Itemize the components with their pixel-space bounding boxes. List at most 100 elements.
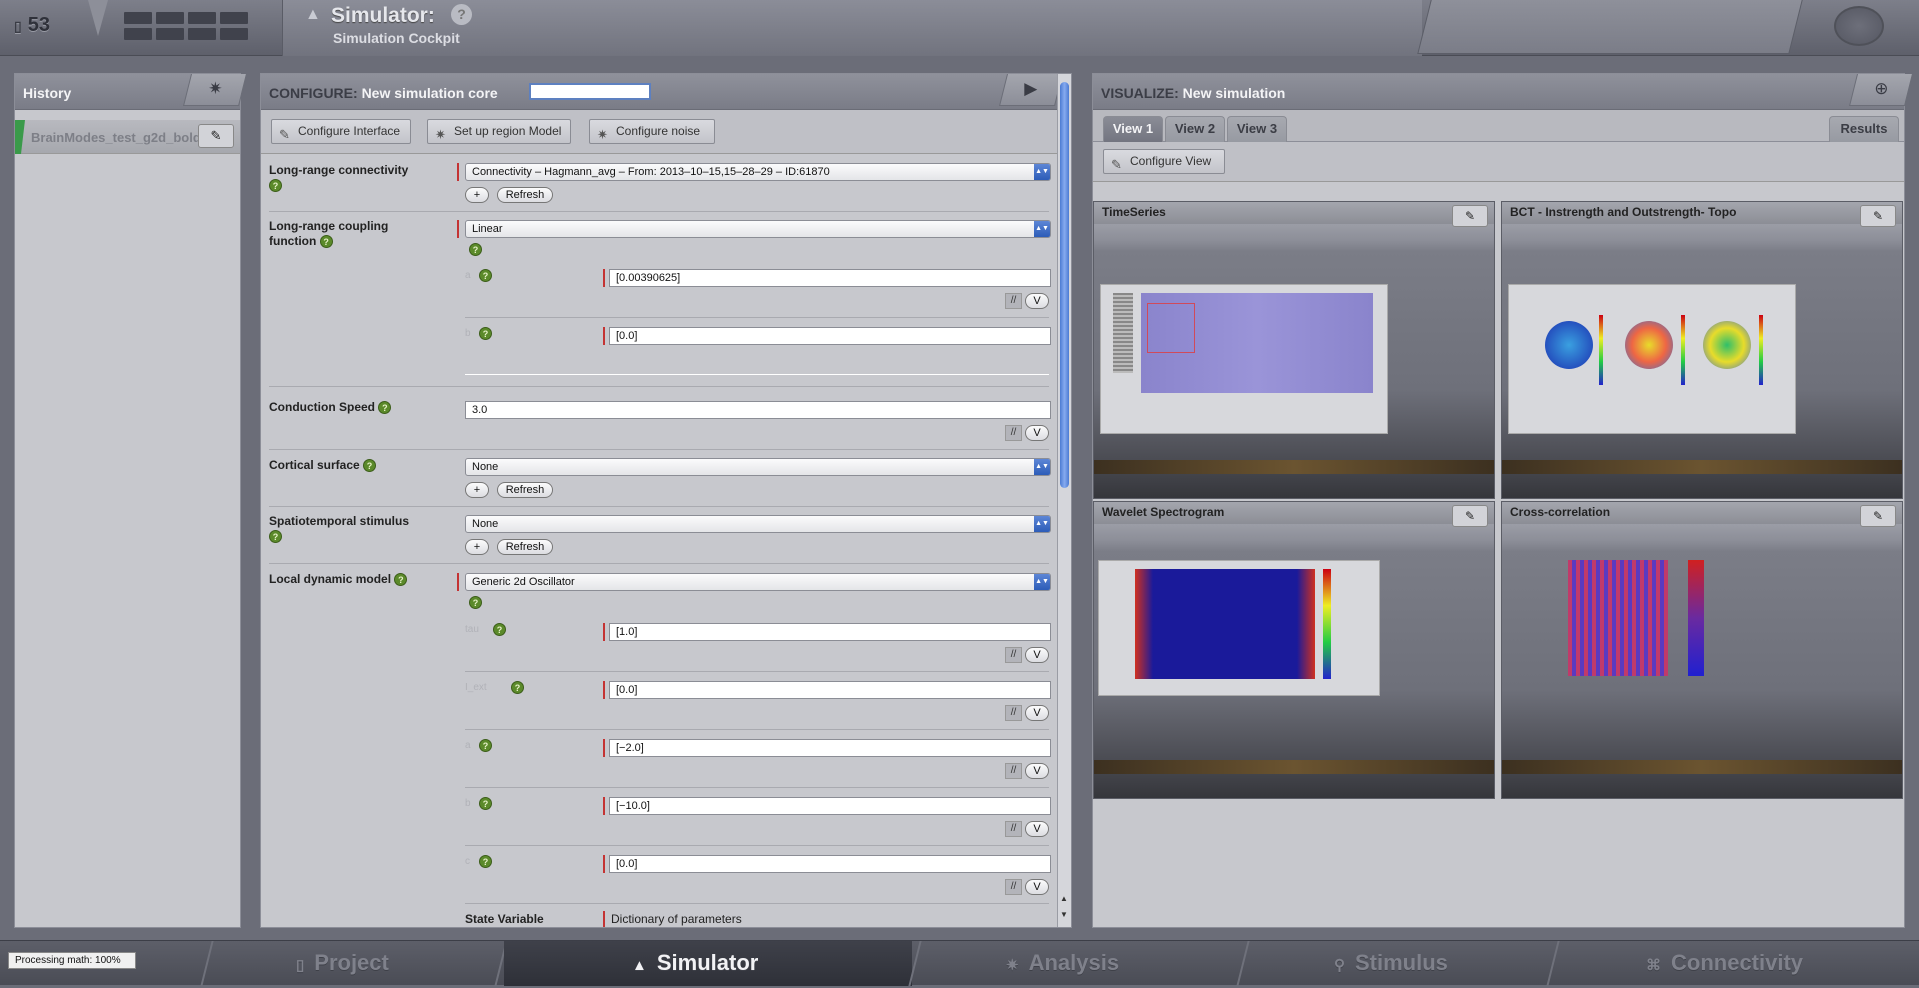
- menu-tab[interactable]: [156, 12, 184, 24]
- scrollbar-thumb[interactable]: [1060, 82, 1069, 488]
- expand-button[interactable]: V: [1025, 425, 1049, 441]
- range-button[interactable]: //: [1005, 293, 1022, 309]
- range-button[interactable]: //: [1005, 425, 1022, 441]
- add-surface-button[interactable]: +: [465, 482, 489, 498]
- edit-button[interactable]: ✎: [1452, 205, 1488, 227]
- divider: [200, 941, 214, 986]
- nav-simulator[interactable]: ▲ Simulator: [504, 941, 912, 986]
- help-icon[interactable]: ?: [479, 269, 492, 282]
- configure-noise-button[interactable]: ✷ Configure noise: [589, 119, 715, 144]
- help-icon[interactable]: ?: [451, 4, 472, 25]
- launch-button[interactable]: ▶: [999, 74, 1063, 106]
- conduction-speed-input[interactable]: 3.0: [465, 401, 1051, 419]
- nav-analysis[interactable]: ✷ Analysis: [1006, 941, 1119, 986]
- divider: [269, 506, 1049, 507]
- menu-tab[interactable]: [124, 28, 152, 40]
- model-param-b-input[interactable]: [−10.0]: [609, 797, 1051, 815]
- viewer-title: Cross-correlation: [1502, 502, 1902, 524]
- tab-view-2[interactable]: View 2: [1165, 116, 1225, 142]
- menu-tab[interactable]: [188, 28, 216, 40]
- coupling-select[interactable]: Linear ▲▼: [465, 220, 1051, 238]
- add-stimulus-button[interactable]: +: [465, 539, 489, 555]
- help-icon[interactable]: ?: [479, 855, 492, 868]
- colorbar: [1688, 560, 1704, 676]
- scroll-down-icon[interactable]: ▼: [1060, 910, 1068, 919]
- simulation-name-input[interactable]: [529, 83, 651, 100]
- nav-project[interactable]: ▯ Project: [296, 941, 389, 986]
- help-icon[interactable]: ?: [378, 401, 392, 415]
- project-count[interactable]: ▯ 53: [14, 14, 50, 37]
- setup-region-model-button[interactable]: ✷ Set up region Model: [427, 119, 571, 144]
- help-icon[interactable]: ?: [469, 596, 482, 609]
- model-param-iext-input[interactable]: [0.0]: [609, 681, 1051, 699]
- help-icon[interactable]: ?: [269, 179, 282, 193]
- model-select[interactable]: Generic 2d Oscillator ▲▼: [465, 573, 1051, 591]
- refresh-surface-button[interactable]: Refresh: [497, 482, 553, 498]
- stimulus-select[interactable]: None ▲▼: [465, 515, 1051, 533]
- menu-tab[interactable]: [188, 12, 216, 24]
- colorbar: [1323, 569, 1331, 679]
- viewer-cross-correlation[interactable]: Cross-correlation ✎: [1501, 501, 1903, 799]
- range-button[interactable]: //: [1005, 763, 1022, 779]
- menu-tab[interactable]: [220, 12, 248, 24]
- range-button[interactable]: //: [1005, 705, 1022, 721]
- configure-toolbar: ✎ Configure Interface ✷ Set up region Mode…: [261, 110, 1057, 154]
- nav-stimulus[interactable]: ⚲ Stimulus: [1334, 941, 1448, 986]
- configure-view-button[interactable]: ✎ Configure View: [1103, 149, 1225, 174]
- help-icon[interactable]: ?: [511, 681, 524, 694]
- document-icon: ▯: [296, 957, 305, 974]
- expand-button[interactable]: V: [1025, 763, 1049, 779]
- help-icon[interactable]: ?: [493, 623, 506, 636]
- model-param-a-input[interactable]: [−2.0]: [609, 739, 1051, 757]
- edit-button[interactable]: ✎: [1860, 505, 1896, 527]
- nav-connectivity[interactable]: ⌘ Connectivity: [1646, 941, 1803, 986]
- coupling-param-a-input[interactable]: [0.00390625]: [609, 269, 1051, 287]
- tab-view-1[interactable]: View 1: [1103, 116, 1163, 142]
- tab-results[interactable]: Results: [1829, 116, 1899, 142]
- viewer-wavelet-spectrogram[interactable]: Wavelet Spectrogram ✎: [1093, 501, 1495, 799]
- scroll-up-icon[interactable]: ▲: [1060, 894, 1068, 903]
- help-icon[interactable]: ?: [479, 739, 492, 752]
- help-icon[interactable]: ?: [394, 573, 408, 587]
- range-button[interactable]: //: [1005, 821, 1022, 837]
- menu-tab[interactable]: [124, 12, 152, 24]
- connectivity-select[interactable]: Connectivity – Hagmann_avg – From: 2013–…: [465, 163, 1051, 181]
- history-item[interactable]: BrainModes_test_g2d_bold ✎: [15, 120, 240, 154]
- coupling-param-b-input[interactable]: [0.0]: [609, 327, 1051, 345]
- help-icon[interactable]: ?: [479, 797, 492, 810]
- configure-scrollbar[interactable]: ▲ ▼: [1057, 74, 1071, 927]
- help-icon[interactable]: ?: [469, 243, 482, 256]
- add-connectivity-button[interactable]: +: [465, 187, 489, 203]
- edit-button[interactable]: ✎: [1452, 505, 1488, 527]
- configure-interface-button[interactable]: ✎ Configure Interface: [271, 119, 411, 144]
- expand-button[interactable]: V: [1025, 705, 1049, 721]
- help-icon[interactable]: ?: [479, 327, 492, 340]
- model-param-tau-input[interactable]: [1.0]: [609, 623, 1051, 641]
- range-button[interactable]: //: [1005, 647, 1022, 663]
- refresh-connectivity-button[interactable]: Refresh: [497, 187, 553, 203]
- expand-button[interactable]: V: [1025, 821, 1049, 837]
- expand-button[interactable]: V: [1025, 879, 1049, 895]
- range-button[interactable]: //: [1005, 879, 1022, 895]
- menu-tab[interactable]: [220, 28, 248, 40]
- viewer-timeseries[interactable]: TimeSeries ✎: [1093, 201, 1495, 499]
- edit-button[interactable]: ✎: [1860, 205, 1896, 227]
- pencil-icon: ✎: [210, 128, 222, 143]
- menu-notch[interactable]: [88, 0, 108, 36]
- menu-tab[interactable]: [156, 28, 184, 40]
- cortical-surface-select[interactable]: None ▲▼: [465, 458, 1051, 476]
- configure-form: Long-range connectivity? Connectivity – …: [261, 154, 1057, 927]
- viewer-bct-topo[interactable]: BCT - Instrength and Outstrength- Topo ✎: [1501, 201, 1903, 499]
- tab-view-3[interactable]: View 3: [1227, 116, 1287, 142]
- zoom-button[interactable]: ⊕: [1849, 74, 1913, 106]
- help-icon[interactable]: ?: [363, 459, 377, 473]
- help-icon[interactable]: ?: [319, 235, 333, 249]
- expand-button[interactable]: V: [1025, 647, 1049, 663]
- model-param-c-input[interactable]: [0.0]: [609, 855, 1051, 873]
- history-gear-button[interactable]: ✷: [183, 74, 247, 106]
- project-menu-tabs[interactable]: [124, 12, 264, 42]
- help-icon[interactable]: ?: [269, 530, 282, 544]
- edit-button[interactable]: ✎: [198, 124, 234, 148]
- expand-button[interactable]: V: [1025, 293, 1049, 309]
- refresh-stimulus-button[interactable]: Refresh: [497, 539, 553, 555]
